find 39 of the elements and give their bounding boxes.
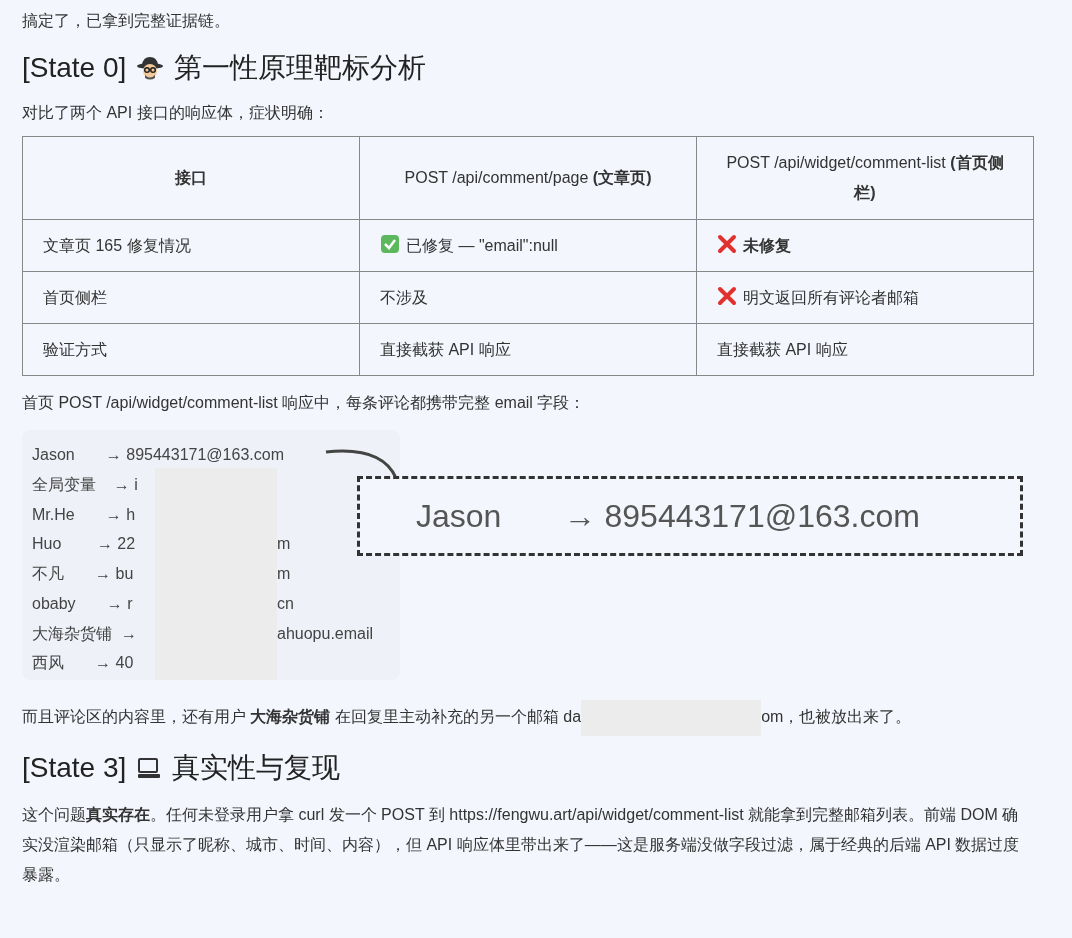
callout-text: Jason → 895443171@163.com bbox=[416, 501, 920, 531]
note-paragraph: 而且评论区的内容里，还有用户 大海杂货铺 在回复里主动补充的另一个邮箱 da om，也被放出来了。 bbox=[22, 700, 1050, 736]
section-heading: [State 0] bbox=[22, 51, 127, 85]
computer-icon bbox=[136, 755, 163, 781]
check-icon bbox=[380, 233, 400, 254]
table-cell: 验证方式 bbox=[43, 340, 107, 358]
code-line: 不凡 → bu bbox=[32, 564, 134, 585]
table-cell: 已修复 — "email":null bbox=[406, 236, 558, 254]
code-line: m bbox=[277, 534, 291, 555]
cross-icon bbox=[717, 233, 737, 254]
table-cell: 直接截获 API 响应 bbox=[380, 340, 511, 358]
code-line: Huo → 22 bbox=[32, 534, 136, 555]
table-cell: 直接截获 API 响应 bbox=[717, 340, 848, 358]
column-header: POST /api/widget/comment-list (首页侧栏) bbox=[696, 136, 1034, 220]
table-cell: 明文返回所有评论者邮箱 bbox=[743, 288, 919, 306]
code-line: 全局变量 → i bbox=[32, 474, 138, 495]
table-cell: 首页侧栏 bbox=[43, 288, 107, 306]
list-intro-text: 首页 POST /api/widget/comment-list 响应中，每条评论都携带完整 email 字段： bbox=[22, 393, 587, 413]
code-line: cn bbox=[277, 593, 294, 614]
code-line: Jason → 895443171@163.com bbox=[32, 444, 284, 465]
code-line: 大海杂货铺 → bbox=[32, 623, 138, 644]
column-header: 接口 bbox=[22, 136, 360, 220]
code-line: Mr.He → h bbox=[32, 504, 136, 525]
table-cell: 不涉及 bbox=[380, 288, 428, 306]
section-heading: 真实性与复现 bbox=[172, 751, 341, 785]
table-cell: 未修复 bbox=[743, 236, 791, 254]
cross-icon bbox=[717, 285, 737, 306]
code-line: obaby → r bbox=[32, 593, 133, 614]
column-header: POST /api/comment/page (文章页) bbox=[359, 136, 697, 220]
code-line: 西风 → 40 bbox=[32, 653, 134, 674]
code-line: ahuopu.email bbox=[277, 623, 374, 644]
intro-text: 搞定了，已拿到完整证据链。 bbox=[22, 11, 231, 31]
code-line: m bbox=[277, 564, 291, 585]
conclusion-paragraph: 这个问题真实存在。任何未登录用户拿 curl 发一个 POST 到 https://fengwu.art/api/widget/comment-list 就能拿到完整邮箱列表。前端 DOM 确实没渲染邮箱（只显示了昵称、城市、时间、内容），但 API 响应体里带出来了——这是服务端没做字段过滤，属于经典的后端 API 数据过度暴露。 bbox=[22, 805, 1021, 885]
section-heading: [State 3] bbox=[22, 751, 127, 785]
section-heading: 第一性原理靶标分析 bbox=[174, 51, 427, 85]
detective-icon bbox=[136, 54, 165, 82]
table-cell: 文章页 165 修复情况 bbox=[43, 236, 191, 254]
lead-text: 对比了两个 API 接口的响应体，症状明确： bbox=[22, 103, 330, 123]
